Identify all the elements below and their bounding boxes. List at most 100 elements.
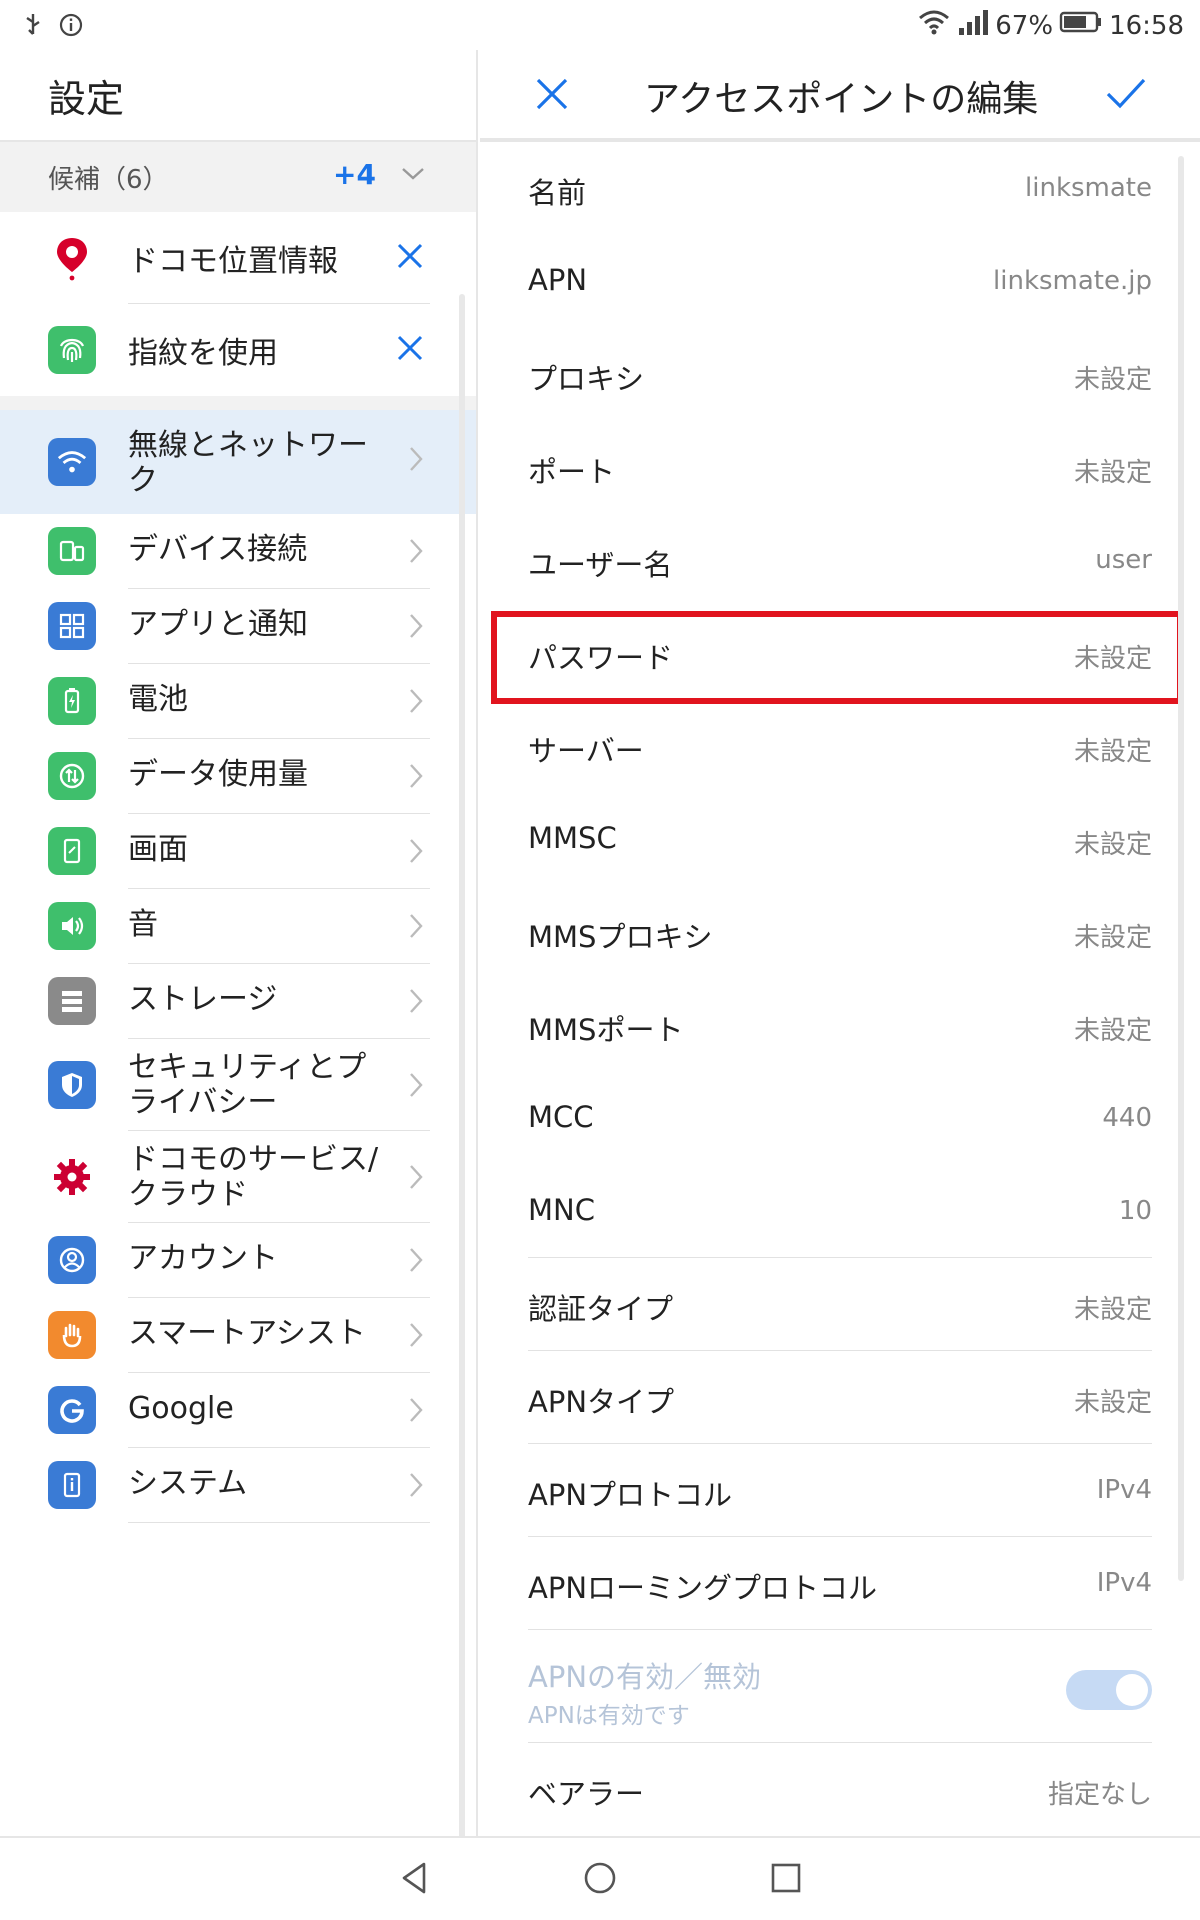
apn-field-name[interactable]: 名前 linksmate	[480, 142, 1200, 235]
apn-field-roaming-protocol[interactable]: APNローミングプロトコル IPv4	[480, 1537, 1200, 1630]
apn-edit-pane: アクセスポイントの編集 名前 linksmate APN linksmate.j…	[480, 50, 1200, 1836]
settings-item-sound[interactable]: 音	[0, 889, 476, 964]
toggle-title: APNの有効／無効	[528, 1660, 762, 1694]
apn-field-username[interactable]: ユーザー名 user	[480, 514, 1200, 607]
apn-field-auth-type[interactable]: 認証タイプ 未設定	[480, 1258, 1200, 1351]
apn-field-mms-proxy[interactable]: MMSプロキシ 未設定	[480, 886, 1200, 979]
chevron-right-icon	[408, 1395, 424, 1429]
apn-field-protocol[interactable]: APNプロトコル IPv4	[480, 1444, 1200, 1537]
display-icon	[48, 827, 96, 875]
page-title: アクセスポイントの編集	[644, 79, 1039, 120]
settings-item-label: 画面	[128, 832, 188, 867]
field-label: MMSポート	[528, 1013, 684, 1047]
apn-field-apn-type[interactable]: APNタイプ 未設定	[480, 1351, 1200, 1444]
apn-field-mms-port[interactable]: MMSポート 未設定	[480, 979, 1200, 1072]
settings-item-label: デバイス接続	[128, 532, 308, 567]
settings-item-data-usage[interactable]: データ使用量	[0, 739, 476, 814]
settings-item-google[interactable]: Google	[0, 1373, 476, 1448]
docomo-gear-icon	[48, 1153, 96, 1201]
field-label: MCC	[528, 1100, 594, 1134]
back-icon[interactable]	[398, 1858, 430, 1902]
apn-field-port[interactable]: ポート 未設定	[480, 421, 1200, 514]
apn-field-mcc[interactable]: MCC 440	[480, 1072, 1200, 1165]
security-shield-icon	[48, 1061, 96, 1109]
chevron-right-icon	[408, 1470, 424, 1504]
apn-field-proxy[interactable]: プロキシ 未設定	[480, 328, 1200, 421]
settings-item-label: 電池	[128, 682, 188, 717]
chevron-right-icon	[408, 911, 424, 945]
left-scrollbar[interactable]	[459, 294, 465, 1874]
field-value: 未設定	[1073, 1388, 1152, 1418]
chevron-right-icon	[408, 1245, 424, 1279]
settings-item-label: ストレージ	[128, 982, 278, 1017]
chevron-down-icon[interactable]	[400, 160, 426, 190]
field-label: 名前	[528, 176, 587, 210]
apn-field-bearer[interactable]: ベアラー 指定なし	[480, 1743, 1200, 1836]
battery-percent: 67%	[995, 10, 1054, 41]
settings-title: 設定	[0, 50, 476, 142]
account-icon	[48, 1236, 96, 1284]
field-label: ベアラー	[528, 1777, 645, 1811]
apn-field-apn[interactable]: APN linksmate.jp	[480, 235, 1200, 328]
field-value: 未設定	[1073, 365, 1152, 395]
apn-enable-toggle	[1066, 1670, 1152, 1710]
chevron-right-icon	[408, 444, 424, 478]
right-scrollbar[interactable]	[1178, 156, 1184, 1581]
field-value: IPv4	[1096, 1475, 1152, 1505]
settings-item-system[interactable]: システム	[0, 1448, 476, 1523]
settings-item-docomo-services[interactable]: ドコモのサービス/クラウド	[0, 1131, 476, 1223]
field-label: MNC	[528, 1193, 595, 1227]
settings-item-storage[interactable]: ストレージ	[0, 964, 476, 1039]
apn-field-password[interactable]: パスワード 未設定	[480, 607, 1200, 704]
settings-item-account[interactable]: アカウント	[0, 1223, 476, 1298]
dismiss-close-icon[interactable]	[394, 240, 426, 276]
field-value: 10	[1118, 1196, 1152, 1226]
suggestions-more-count[interactable]: +4	[333, 158, 376, 191]
suggestions-header[interactable]: 候補（6） +4	[0, 142, 476, 212]
navigation-bar	[0, 1836, 1200, 1920]
section-gap	[0, 396, 476, 410]
settings-item-smart-assist[interactable]: スマートアシスト	[0, 1298, 476, 1373]
recents-icon[interactable]	[768, 1858, 804, 1902]
settings-item-security[interactable]: セキュリティとプライバシー	[0, 1039, 476, 1131]
field-label: ポート	[528, 455, 616, 489]
field-label: サーバー	[528, 734, 644, 768]
field-label: APNプロトコル	[528, 1478, 733, 1512]
settings-item-wireless[interactable]: 無線とネットワーク	[0, 410, 476, 514]
home-icon[interactable]	[582, 1858, 618, 1902]
field-value: 未設定	[1073, 737, 1152, 767]
apn-field-mnc[interactable]: MNC 10	[480, 1165, 1200, 1258]
check-save-icon[interactable]	[1104, 74, 1148, 118]
apn-field-mmsc[interactable]: MMSC 未設定	[480, 793, 1200, 886]
settings-item-display[interactable]: 画面	[0, 814, 476, 889]
clock: 16:58	[1109, 10, 1184, 41]
settings-item-battery[interactable]: 電池	[0, 664, 476, 739]
apps-icon	[48, 602, 96, 650]
battery-icon	[48, 677, 96, 725]
suggestion-docomo-location[interactable]: ドコモ位置情報	[0, 212, 476, 304]
field-value: IPv4	[1096, 1568, 1152, 1598]
field-value: linksmate.jp	[993, 266, 1152, 296]
suggestion-fingerprint[interactable]: 指紋を使用	[0, 304, 476, 396]
field-label: ユーザー名	[528, 548, 673, 582]
suggestion-label: 指紋を使用	[128, 336, 278, 371]
settings-item-label: 音	[128, 907, 158, 942]
divider	[128, 1522, 430, 1523]
field-label: プロキシ	[528, 362, 645, 396]
chevron-right-icon	[408, 1070, 424, 1104]
settings-item-device-connection[interactable]: デバイス接続	[0, 514, 476, 589]
fingerprint-icon	[48, 326, 96, 374]
settings-item-label: Google	[128, 1391, 234, 1426]
smart-assist-hand-icon	[48, 1311, 96, 1359]
apn-field-list: 名前 linksmate APN linksmate.jp プロキシ 未設定 ポ…	[480, 142, 1200, 1836]
toggle-subtitle: APNは有効です	[528, 1703, 690, 1729]
settings-item-apps[interactable]: アプリと通知	[0, 589, 476, 664]
close-icon[interactable]	[532, 74, 572, 118]
apn-field-server[interactable]: サーバー 未設定	[480, 700, 1200, 793]
sound-icon	[48, 902, 96, 950]
field-label: 認証タイプ	[528, 1292, 674, 1326]
settings-pane: 設定 候補（6） +4 ドコモ位置情報 指紋を使用 無線とネットワーク デバイス…	[0, 50, 478, 1874]
device-connection-icon	[48, 527, 96, 575]
dismiss-close-icon[interactable]	[394, 332, 426, 368]
field-label: パスワード	[528, 641, 674, 675]
